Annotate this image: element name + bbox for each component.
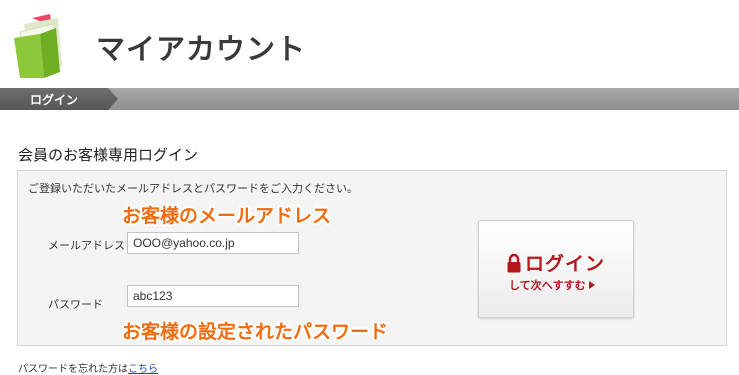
forgot-password-text: パスワードを忘れた方は bbox=[18, 364, 128, 375]
login-panel: ご登録いただいたメールアドレスとパスワードをご入力ください。 お客様のメールアド… bbox=[17, 170, 727, 346]
login-button-label: ログイン bbox=[525, 253, 606, 275]
forgot-password-link[interactable]: こちら bbox=[128, 364, 158, 375]
email-annotation: お客様のメールアドレス bbox=[122, 205, 332, 227]
forgot-password: パスワードを忘れた方はこちら bbox=[18, 360, 158, 375]
password-field[interactable] bbox=[127, 285, 299, 307]
play-icon bbox=[588, 281, 595, 289]
lock-icon bbox=[507, 253, 521, 273]
login-button-sublabel-text: して次へすすむ bbox=[509, 279, 586, 292]
breadcrumb: ログイン bbox=[0, 88, 739, 110]
breadcrumb-label: ログイン bbox=[30, 93, 79, 107]
folder-icon bbox=[14, 14, 62, 78]
password-annotation: お客様の設定されたパスワード bbox=[122, 321, 389, 343]
login-button[interactable]: ログイン して次へすすむ bbox=[478, 220, 634, 318]
email-field[interactable] bbox=[127, 232, 299, 254]
page-title: 会員のお客様専用ログイン bbox=[18, 146, 199, 164]
email-label: メールアドレス bbox=[48, 239, 125, 252]
instruction-text: ご登録いただいたメールアドレスとパスワードをご入力ください。 bbox=[28, 182, 358, 195]
header: マイアカウント bbox=[0, 0, 739, 86]
breadcrumb-item-login: ログイン bbox=[0, 88, 118, 110]
login-button-sublabel: して次へすすむ bbox=[509, 277, 595, 293]
password-label: パスワード bbox=[48, 298, 103, 311]
app-title: マイアカウント bbox=[96, 32, 307, 66]
